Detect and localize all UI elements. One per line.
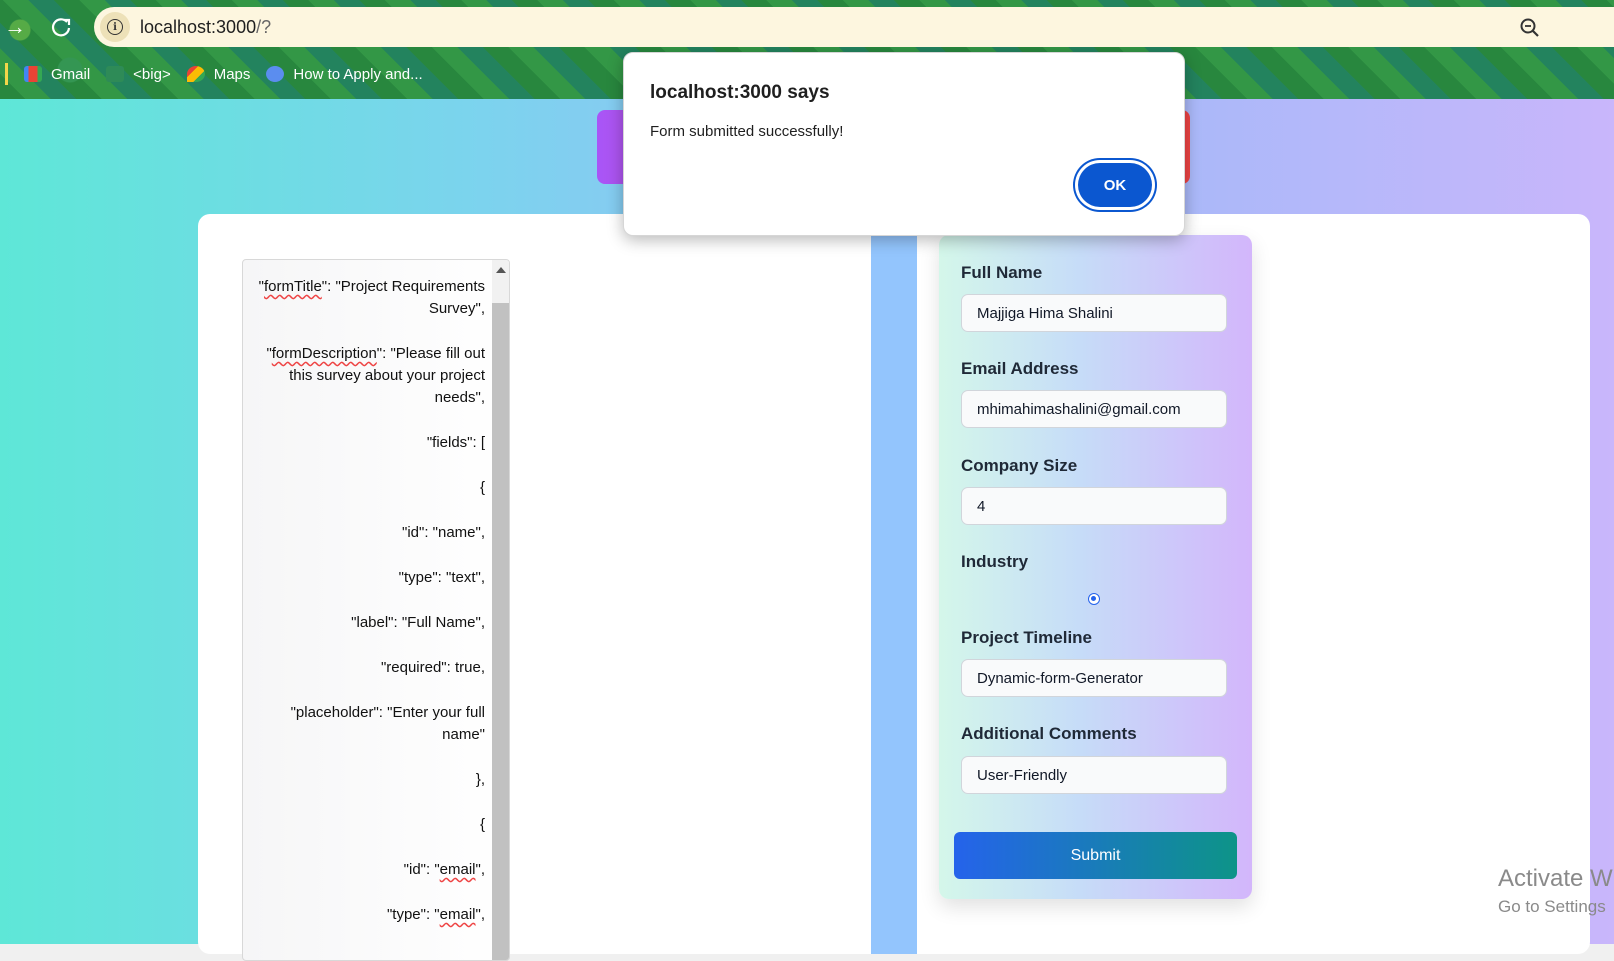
address-bar[interactable]: i localhost:3000/?	[94, 7, 1614, 47]
scroll-thumb[interactable]	[492, 303, 509, 960]
watermark-line-1: Activate W	[1498, 865, 1613, 892]
scroll-up-arrow-icon[interactable]	[496, 267, 506, 273]
project-timeline-input[interactable]: Dynamic-form-Generator	[961, 659, 1227, 697]
full-name-input[interactable]: Majjiga Hima Shalini	[961, 294, 1227, 332]
json-line: "placeholder": "Enter your full name"	[290, 704, 485, 743]
json-line: "label": "Full Name",	[351, 614, 485, 631]
gmail-icon	[24, 66, 42, 82]
company-size-label: Company Size	[961, 456, 1078, 475]
json-line: "id": "email",	[403, 861, 485, 878]
url-text: localhost:3000/?	[140, 17, 271, 38]
json-line: "formTitle": "Project Requirements Surve…	[258, 278, 485, 317]
site-icon	[106, 66, 125, 82]
site-info-icon[interactable]: i	[100, 12, 130, 42]
reload-icon[interactable]	[48, 14, 74, 40]
json-line: "type": "text",	[398, 569, 485, 586]
industry-radio[interactable]	[1088, 593, 1100, 605]
form-preview: Full Name Majjiga Hima Shalini Email Add…	[939, 235, 1252, 899]
globe-icon	[266, 66, 285, 82]
activate-windows-watermark: Activate W Go to Settings	[1498, 865, 1613, 917]
browser-chrome: → i localhost:3000/? Gmail <big> Maps Ho…	[0, 0, 1614, 99]
url-host: localhost:3000	[140, 16, 257, 37]
bookmark-maps[interactable]: Maps	[186, 60, 251, 88]
full-name-label: Full Name	[961, 263, 1043, 282]
json-line: "required": true,	[380, 659, 485, 676]
submit-button[interactable]: Submit	[954, 832, 1237, 879]
industry-label: Industry	[961, 552, 1029, 571]
dialog-message: Form submitted successfully!	[650, 123, 844, 140]
bookmark-gmail[interactable]: Gmail	[24, 60, 90, 88]
bookmarks-bar: Gmail <big> Maps How to Apply and...	[0, 56, 1614, 92]
bookmarks-separator	[5, 63, 8, 85]
json-editor-scrollbar[interactable]	[492, 260, 509, 960]
watermark-line-2: Go to Settings	[1498, 897, 1606, 916]
bookmark-label: How to Apply and...	[293, 65, 423, 83]
json-line: {	[479, 479, 485, 496]
additional-comments-input[interactable]: User-Friendly	[961, 756, 1227, 794]
bookmark-label: <big>	[133, 65, 171, 83]
bookmark-how-to-apply[interactable]: How to Apply and...	[266, 60, 423, 88]
company-size-input[interactable]: 4	[961, 487, 1227, 525]
bookmark-label: Gmail	[51, 65, 91, 83]
bookmark-big[interactable]: <big>	[106, 60, 171, 88]
zoom-icon[interactable]	[1517, 15, 1543, 41]
email-label: Email Address	[961, 359, 1079, 378]
ok-button[interactable]: OK	[1078, 163, 1152, 207]
json-line: "fields": [	[426, 434, 485, 451]
json-line: "type": "email",	[386, 906, 485, 923]
preview-divider	[871, 214, 917, 954]
json-line: {	[479, 816, 485, 833]
forward-icon[interactable]: →	[2, 14, 28, 40]
email-input[interactable]: mhimahimashalini@gmail.com	[961, 390, 1227, 428]
url-path: /?	[256, 16, 272, 37]
json-editor-text[interactable]: "formTitle": "Project Requirements Surve…	[253, 276, 485, 949]
additional-comments-label: Additional Comments	[961, 724, 1137, 743]
json-line: "id": "name",	[402, 524, 485, 541]
project-timeline-label: Project Timeline	[961, 628, 1093, 647]
json-editor[interactable]: "formTitle": "Project Requirements Surve…	[242, 259, 510, 961]
maps-icon	[186, 66, 205, 82]
json-line: "formDescription": "Please fill out this…	[266, 345, 485, 406]
bookmark-label: Maps	[213, 65, 251, 83]
json-line: },	[475, 771, 485, 788]
